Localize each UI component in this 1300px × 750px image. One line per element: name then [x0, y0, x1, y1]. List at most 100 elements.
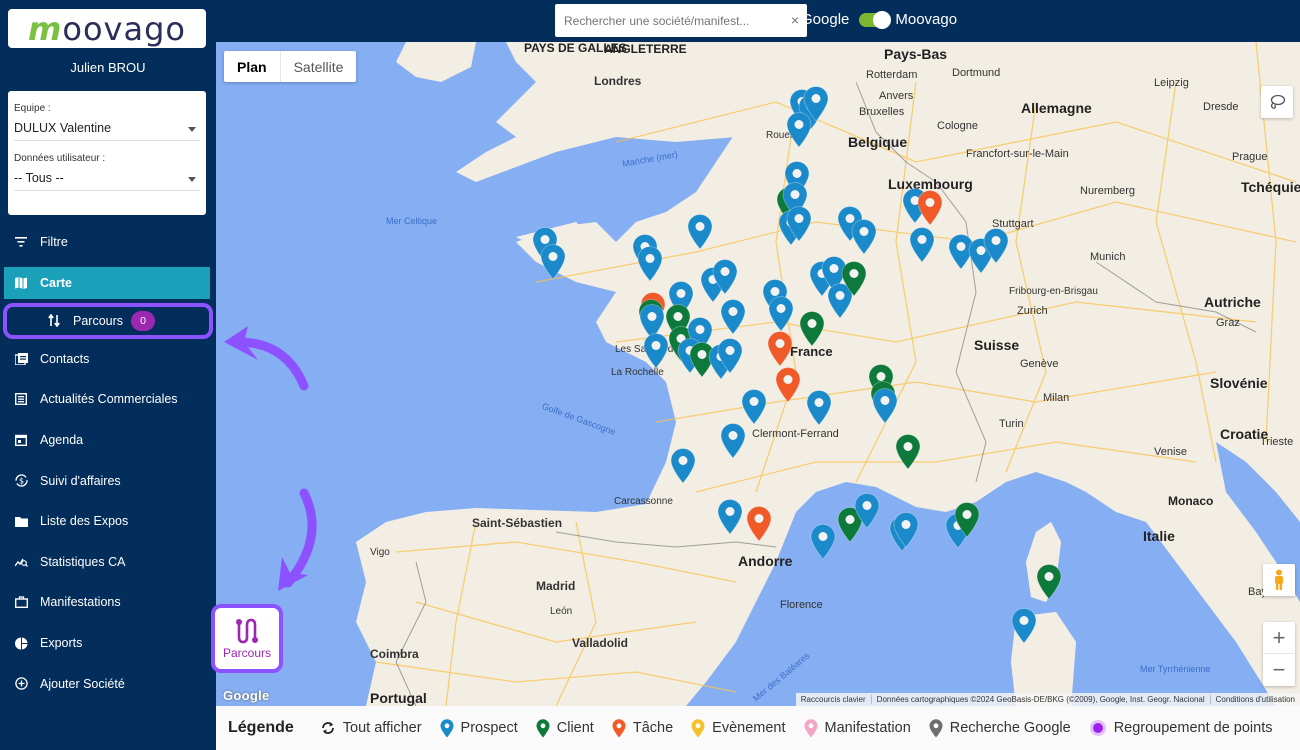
sidebar-item-parcours[interactable]: Parcours 0	[3, 302, 213, 339]
task-pin[interactable]	[775, 367, 801, 403]
map-label-country: ANGLETERRE	[604, 42, 687, 56]
map-label-city: Trieste	[1260, 436, 1294, 448]
prospect-pin[interactable]	[786, 112, 812, 148]
task-pin[interactable]	[746, 506, 772, 542]
prospect-pin[interactable]	[983, 228, 1009, 264]
prospect-pin[interactable]	[720, 299, 746, 335]
logo[interactable]: moovago	[8, 9, 206, 48]
map-canvas[interactable]: PAYS DE GALLES ANGLETERRE Pays-Bas Belgi…	[216, 42, 1300, 706]
legend-item-label: Prospect	[460, 720, 518, 736]
sidebar-item-suivi-affaires[interactable]: $ Suivi d'affaires	[0, 460, 216, 501]
keyboard-shortcuts-link[interactable]: Raccourcis clavier	[796, 695, 871, 704]
sidebar-item-contacts[interactable]: Contacts	[0, 339, 216, 380]
prospect-pin[interactable]	[643, 333, 669, 369]
street-view-button[interactable]	[1263, 564, 1295, 596]
map-label-city: Genève	[1020, 358, 1059, 370]
filter-icon	[14, 235, 28, 249]
folder-icon	[14, 514, 28, 528]
map-label-city: Carcassonne	[614, 496, 673, 507]
stats-icon	[14, 555, 28, 569]
money-cycle-icon: $	[14, 474, 28, 488]
prospect-pin[interactable]	[687, 214, 713, 250]
prospect-pin[interactable]	[717, 499, 743, 535]
prospect-pin[interactable]	[1011, 608, 1037, 644]
prospect-pin[interactable]	[540, 244, 566, 280]
sidebar-item-label: Actualités Commerciales	[40, 392, 178, 407]
prospect-pin[interactable]	[637, 246, 663, 282]
team-select-value: DULUX Valentine	[14, 121, 112, 135]
task-pin[interactable]	[767, 331, 793, 367]
map-label-city: Francfort-sur-le-Main	[966, 148, 1069, 160]
map-type-plan-button[interactable]: Plan	[224, 51, 281, 82]
sidebar-item-liste-expos[interactable]: Liste des Expos	[0, 501, 216, 542]
pin-icon	[612, 718, 626, 737]
prospect-pin[interactable]	[854, 493, 880, 529]
prospect-pin[interactable]	[851, 219, 877, 255]
legend-item[interactable]: Recherche Google	[929, 718, 1071, 738]
user-data-select[interactable]: -- Tous --	[14, 164, 200, 191]
prospect-pin[interactable]	[810, 524, 836, 560]
team-select[interactable]: DULUX Valentine	[14, 114, 200, 141]
client-pin[interactable]	[895, 434, 921, 470]
map-label-country: Italie	[1143, 528, 1175, 544]
task-pin[interactable]	[917, 190, 943, 226]
sidebar-item-carte[interactable]: Carte	[4, 266, 210, 299]
pin-icon	[536, 718, 550, 737]
sidebar-nav: Filtre Carte Parcours 0 Contacts Actuali…	[0, 222, 216, 704]
zoom-in-button[interactable]: +	[1263, 622, 1295, 654]
client-pin[interactable]	[841, 261, 867, 297]
legend-item[interactable]: Client	[536, 718, 594, 738]
legend-item[interactable]: Tout afficher	[320, 720, 422, 736]
prospect-pin[interactable]	[670, 448, 696, 484]
source-toggle-switch[interactable]	[859, 10, 892, 29]
annotation-arrow-down-icon	[278, 488, 317, 591]
map-label-city: Munich	[1090, 251, 1126, 263]
map-label-country: Andorre	[738, 553, 793, 569]
prospect-pin[interactable]	[872, 388, 898, 424]
refresh-icon	[321, 722, 334, 734]
client-pin[interactable]	[799, 311, 825, 347]
prospect-pin[interactable]	[909, 227, 935, 263]
sidebar-item-filtre[interactable]: Filtre	[0, 222, 216, 263]
source-toggle-group: Google Moovago	[801, 10, 957, 29]
legend-item-label: Recherche Google	[949, 720, 1071, 736]
zoom-out-button[interactable]: −	[1263, 654, 1295, 686]
search-input[interactable]: Rechercher une société/manifest... ×	[555, 4, 807, 37]
legend-item[interactable]: Manifestation	[804, 718, 911, 738]
sidebar-item-actualites[interactable]: Actualités Commerciales	[0, 379, 216, 420]
sidebar-item-ajouter-societe[interactable]: Ajouter Société	[0, 663, 216, 704]
prospect-pin[interactable]	[741, 389, 767, 425]
legend-item-label: Manifestation	[824, 720, 911, 736]
prospect-pin[interactable]	[786, 206, 812, 242]
legend-item[interactable]: Regroupement de points	[1089, 719, 1273, 737]
prospect-pin[interactable]	[712, 259, 738, 295]
sidebar-item-label: Contacts	[40, 351, 90, 366]
legend-item[interactable]: Tâche	[612, 718, 673, 738]
map-label-city: Fribourg-en-Brisgau	[1009, 286, 1098, 297]
prospect-pin[interactable]	[717, 338, 743, 374]
sidebar-item-manifestations[interactable]: Manifestations	[0, 582, 216, 623]
prospect-pin[interactable]	[893, 512, 919, 548]
sidebar: moovago Julien BROU Equipe : DULUX Valen…	[0, 0, 216, 750]
prospect-pin[interactable]	[806, 390, 832, 426]
prospect-pin[interactable]	[768, 296, 794, 332]
parcours-floating-button[interactable]: Parcours	[211, 604, 283, 673]
parcours-floating-label: Parcours	[222, 645, 272, 660]
sidebar-item-agenda[interactable]: Agenda	[0, 420, 216, 461]
annotation-arrow-up-icon	[224, 326, 309, 391]
map-type-satellite-button[interactable]: Satellite	[281, 51, 357, 82]
clear-search-icon[interactable]: ×	[791, 12, 799, 28]
prospect-pin[interactable]	[720, 423, 746, 459]
client-pin[interactable]	[954, 502, 980, 538]
map-label-city: Coimbra	[370, 647, 419, 661]
sidebar-item-statistiques[interactable]: Statistiques CA	[0, 542, 216, 583]
legend-item[interactable]: Evènement	[691, 718, 786, 738]
pegman-icon	[1275, 569, 1283, 590]
client-pin[interactable]	[1036, 564, 1062, 600]
terms-link[interactable]: Conditions d'utilisation	[1209, 695, 1300, 704]
lasso-select-button[interactable]	[1261, 86, 1293, 118]
legend-item-label: Tout afficher	[342, 720, 422, 736]
sidebar-item-exports[interactable]: Exports	[0, 623, 216, 664]
legend-item-label: Client	[556, 720, 594, 736]
legend-item[interactable]: Prospect	[440, 718, 518, 738]
